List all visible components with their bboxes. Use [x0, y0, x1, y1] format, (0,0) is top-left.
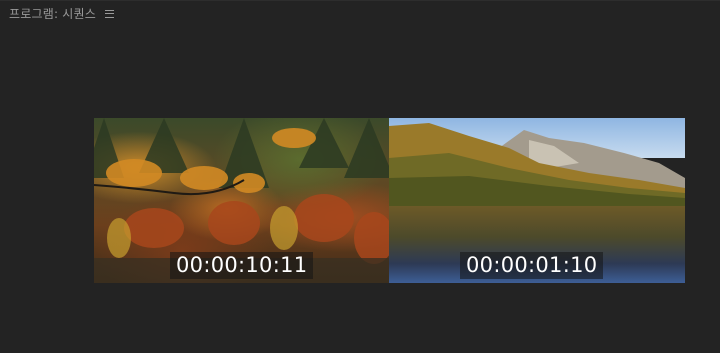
hamburger-menu-icon[interactable] — [104, 9, 114, 18]
mountain-lake-image — [389, 123, 685, 208]
panel-title[interactable]: 프로그램: 시퀀스 — [9, 5, 96, 22]
program-monitor-view[interactable]: 00:00:10:11 00:00:01:10 — [94, 118, 685, 283]
trim-view-incoming: 00:00:01:10 — [389, 118, 685, 283]
panel-header: 프로그램: 시퀀스 — [0, 0, 720, 26]
incoming-timecode: 00:00:01:10 — [460, 252, 604, 279]
program-monitor-panel: 프로그램: 시퀀스 00:00:10:11 00:00:01:10 — [0, 0, 720, 353]
outgoing-timecode: 00:00:10:11 — [170, 252, 314, 279]
trim-view-outgoing: 00:00:10:11 — [94, 118, 389, 283]
